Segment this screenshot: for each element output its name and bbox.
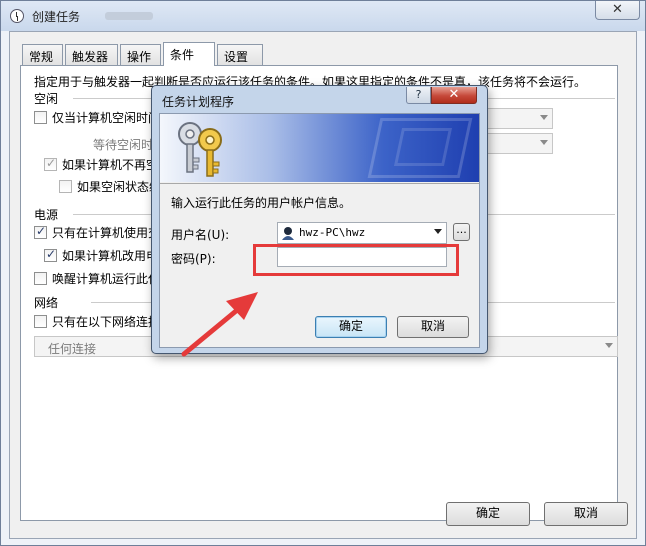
tab-conditions[interactable]: 条件 bbox=[163, 42, 215, 66]
annotation-arrow bbox=[181, 292, 258, 357]
